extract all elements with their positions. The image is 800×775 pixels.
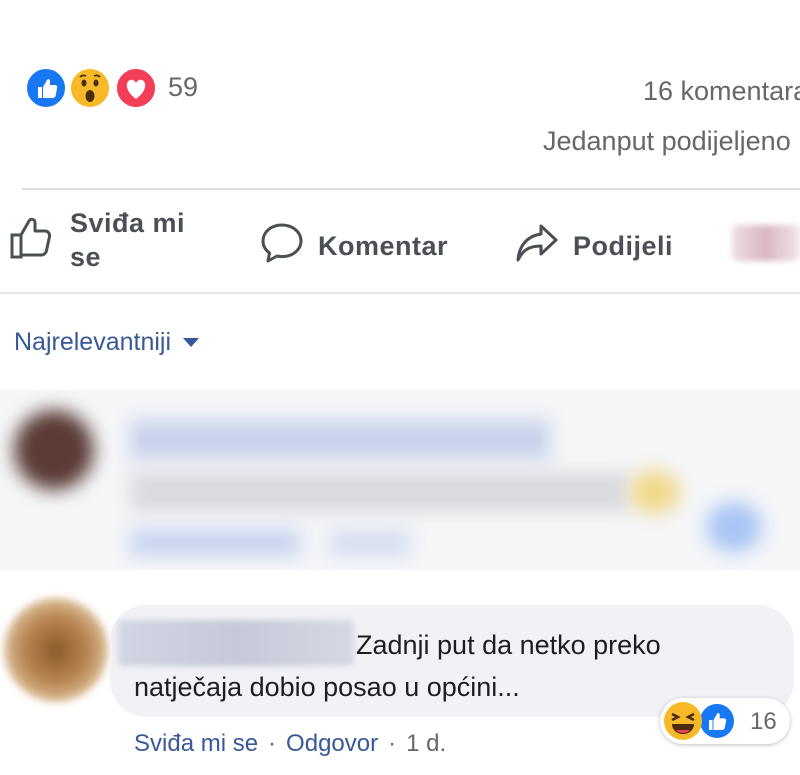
blurred-avatar [14,410,94,490]
reaction-count[interactable]: 59 [168,72,198,103]
love-reaction-icon[interactable] [114,66,158,110]
share-arrow-icon [515,222,559,271]
comment-timestamp[interactable]: 1 d. [406,730,446,758]
sort-label: Najrelevantniji [14,328,172,356]
share-button[interactable]: Podijeli [515,222,673,271]
divider [0,292,800,294]
shares-count[interactable]: Jedanput podijeljeno [543,126,791,157]
haha-icon [664,702,702,740]
blurred-name [130,420,550,460]
divider [22,188,800,190]
comment-meta: Sviđa mi se · Odgovor · 1 d. [134,730,446,758]
blurred-like-link [130,530,300,556]
like-button[interactable]: Sviđa mi se [8,206,210,274]
blurred-text [130,472,630,512]
comment-reply-link[interactable]: Odgovor [286,730,378,758]
blurred-reaction [706,502,762,552]
comment-reactions[interactable]: 16 [660,698,790,744]
comment-like-link[interactable]: Sviđa mi se [134,730,258,758]
blurred-comment [0,390,800,570]
like-button-label: Sviđa mi se [70,208,186,272]
caret-down-icon [183,338,200,347]
comment-icon [260,222,304,271]
blurred-profile-selector[interactable] [732,225,800,261]
comment-sort-dropdown[interactable]: Najrelevantniji [14,328,200,357]
comment-body: Zadnji put da netko preko natječaja dobi… [134,630,661,702]
comments-count[interactable]: 16 komentara [643,76,800,107]
separator: · [268,730,277,757]
comment-button[interactable]: Komentar [260,222,448,271]
comment-reaction-count: 16 [750,708,777,735]
comment-text: Zadnji put da netko preko natječaja dobi… [134,624,774,708]
share-button-label: Podijeli [573,231,674,261]
thumbs-up-icon [8,213,56,268]
wow-reaction-icon[interactable] [68,66,112,110]
like-reaction-icon[interactable] [24,66,68,110]
like-icon [698,702,736,740]
separator: · [388,730,397,757]
comment-button-label: Komentar [318,231,449,261]
blurred-emoji [630,470,680,514]
blurred-reply-link [330,530,410,556]
avatar[interactable] [4,598,108,702]
